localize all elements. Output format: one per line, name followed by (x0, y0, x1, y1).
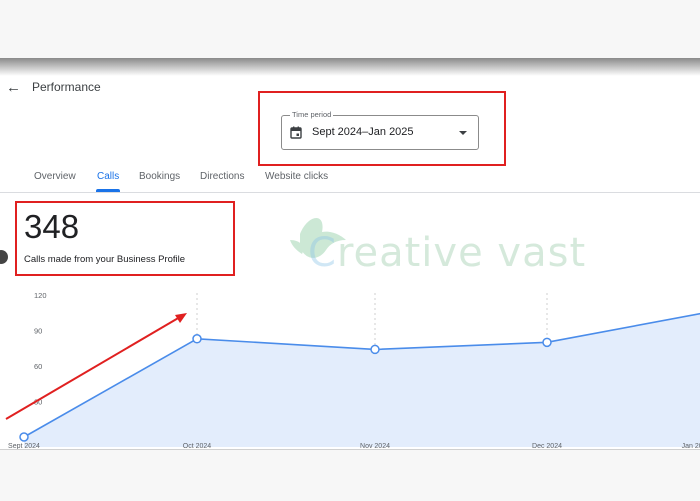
active-tab-indicator (96, 189, 120, 192)
page-title: Performance (32, 80, 101, 94)
tab-directions[interactable]: Directions (200, 171, 244, 182)
tab-calls[interactable]: Calls (97, 171, 119, 182)
data-point (370, 344, 380, 355)
tab-bar: Overview Calls Bookings Directions Websi… (0, 166, 700, 193)
back-arrow-icon[interactable]: ← (6, 79, 26, 96)
watermark-text: Creative vast (308, 230, 587, 276)
calls-chart: 120906030Sept 2024 Oct 2024 Nov 2024 Dec 20… (5, 291, 700, 449)
page-header: ← Performance (6, 78, 101, 96)
tab-website-clicks[interactable]: Website clicks (265, 171, 328, 182)
screenshot-bottom-band (0, 449, 700, 501)
highlight-box-metric (15, 201, 235, 276)
y-tick-label: 90 (34, 327, 42, 336)
screenshot-top-band (0, 0, 700, 58)
tab-overview[interactable]: Overview (34, 171, 76, 182)
screenshot-top-shadow (0, 58, 700, 76)
data-point (192, 334, 202, 344)
watermark-logo: Creative vast (286, 210, 586, 284)
side-scroll-handle[interactable] (0, 250, 8, 264)
highlight-box-time-period (258, 91, 506, 166)
data-point (542, 337, 552, 348)
y-tick-label: 60 (34, 362, 42, 371)
data-point (19, 432, 29, 442)
y-tick-label: 120 (34, 291, 47, 300)
tab-bookings[interactable]: Bookings (139, 171, 180, 182)
